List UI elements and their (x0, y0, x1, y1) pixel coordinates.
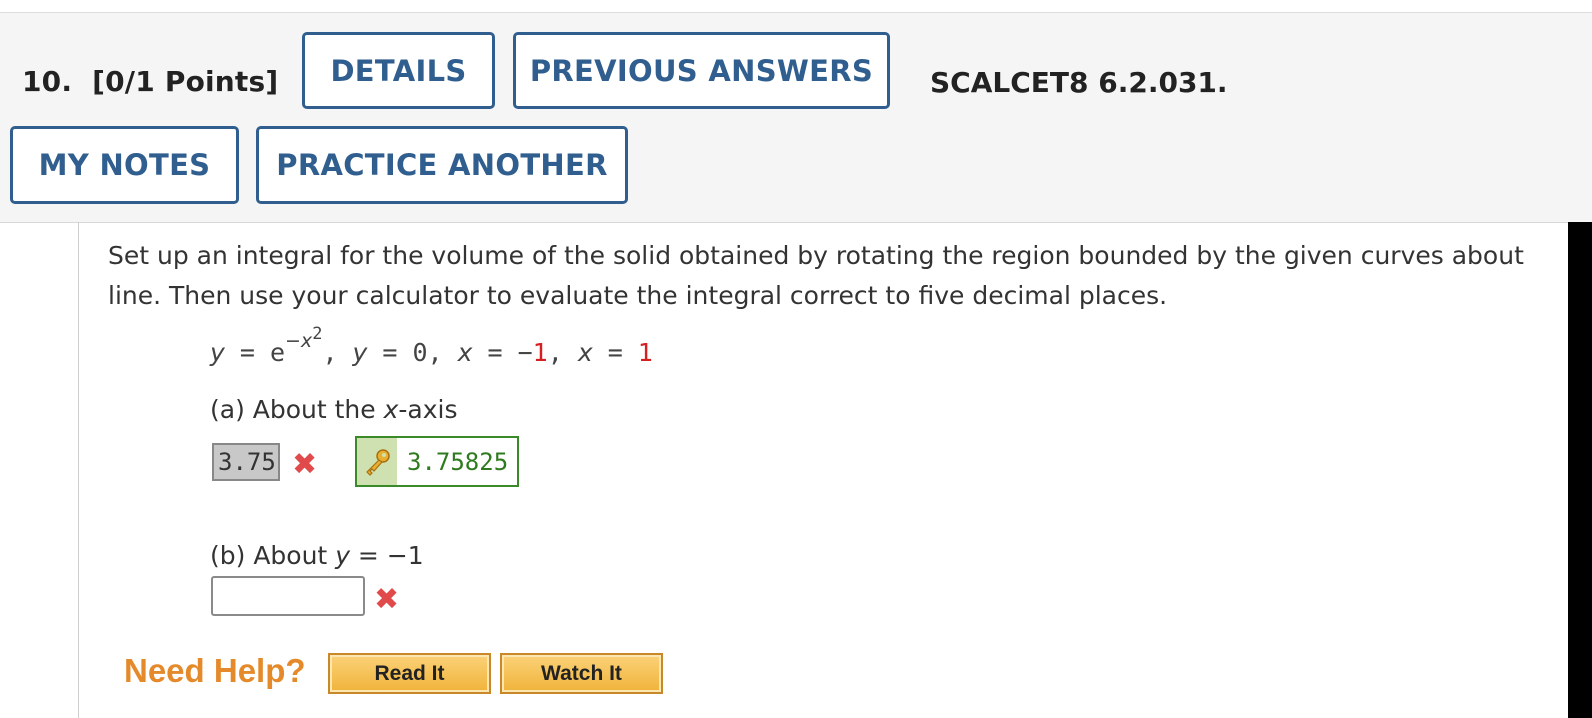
question-title: 10. [0/1 Points] (22, 65, 278, 98)
x-mark-icon: ✖ (374, 582, 400, 617)
question-prompt: Set up an integral for the volume of the… (108, 236, 1568, 316)
need-help-label: Need Help? (124, 652, 306, 689)
problem-code: SCALCET8 6.2.031. (930, 66, 1228, 99)
previous-answers-button[interactable]: PREVIOUS ANSWERS (513, 32, 890, 109)
right-edge-bar (1568, 222, 1592, 718)
prompt-line-1: Set up an integral for the volume of the… (108, 241, 1524, 270)
part-a-correct-answer: 3.75825 (355, 436, 519, 487)
part-b-label: (b) About y = −1 (210, 541, 424, 570)
read-it-button[interactable]: Read It (328, 653, 491, 694)
my-notes-button[interactable]: MY NOTES (10, 126, 239, 204)
question-number: 10. (22, 65, 73, 98)
part-b-answer-input[interactable] (211, 576, 365, 616)
bound-value: 1 (637, 338, 653, 367)
bound-value: 1 (532, 338, 548, 367)
key-icon (357, 438, 397, 485)
x-mark-icon: ✖ (292, 447, 318, 482)
question-header: 10. [0/1 Points] DETAILS PREVIOUS ANSWER… (0, 13, 1592, 223)
part-a-submitted-answer[interactable]: 3.75 (212, 443, 280, 481)
part-a-label: (a) About the x-axis (210, 395, 458, 424)
watch-it-button[interactable]: Watch It (500, 653, 663, 694)
details-button[interactable]: DETAILS (302, 32, 495, 109)
exponent: −x2 (285, 324, 323, 352)
correct-answer-value: 3.75825 (407, 447, 509, 476)
practice-another-button[interactable]: PRACTICE ANOTHER (256, 126, 628, 204)
points-label: [0/1 Points] (92, 65, 279, 98)
curves-equation: y = e−x2, y = 0, x = −1, x = 1 (210, 324, 653, 367)
prompt-line-2: line. Then use your calculator to evalua… (108, 281, 1168, 310)
content-left-border (78, 222, 79, 718)
